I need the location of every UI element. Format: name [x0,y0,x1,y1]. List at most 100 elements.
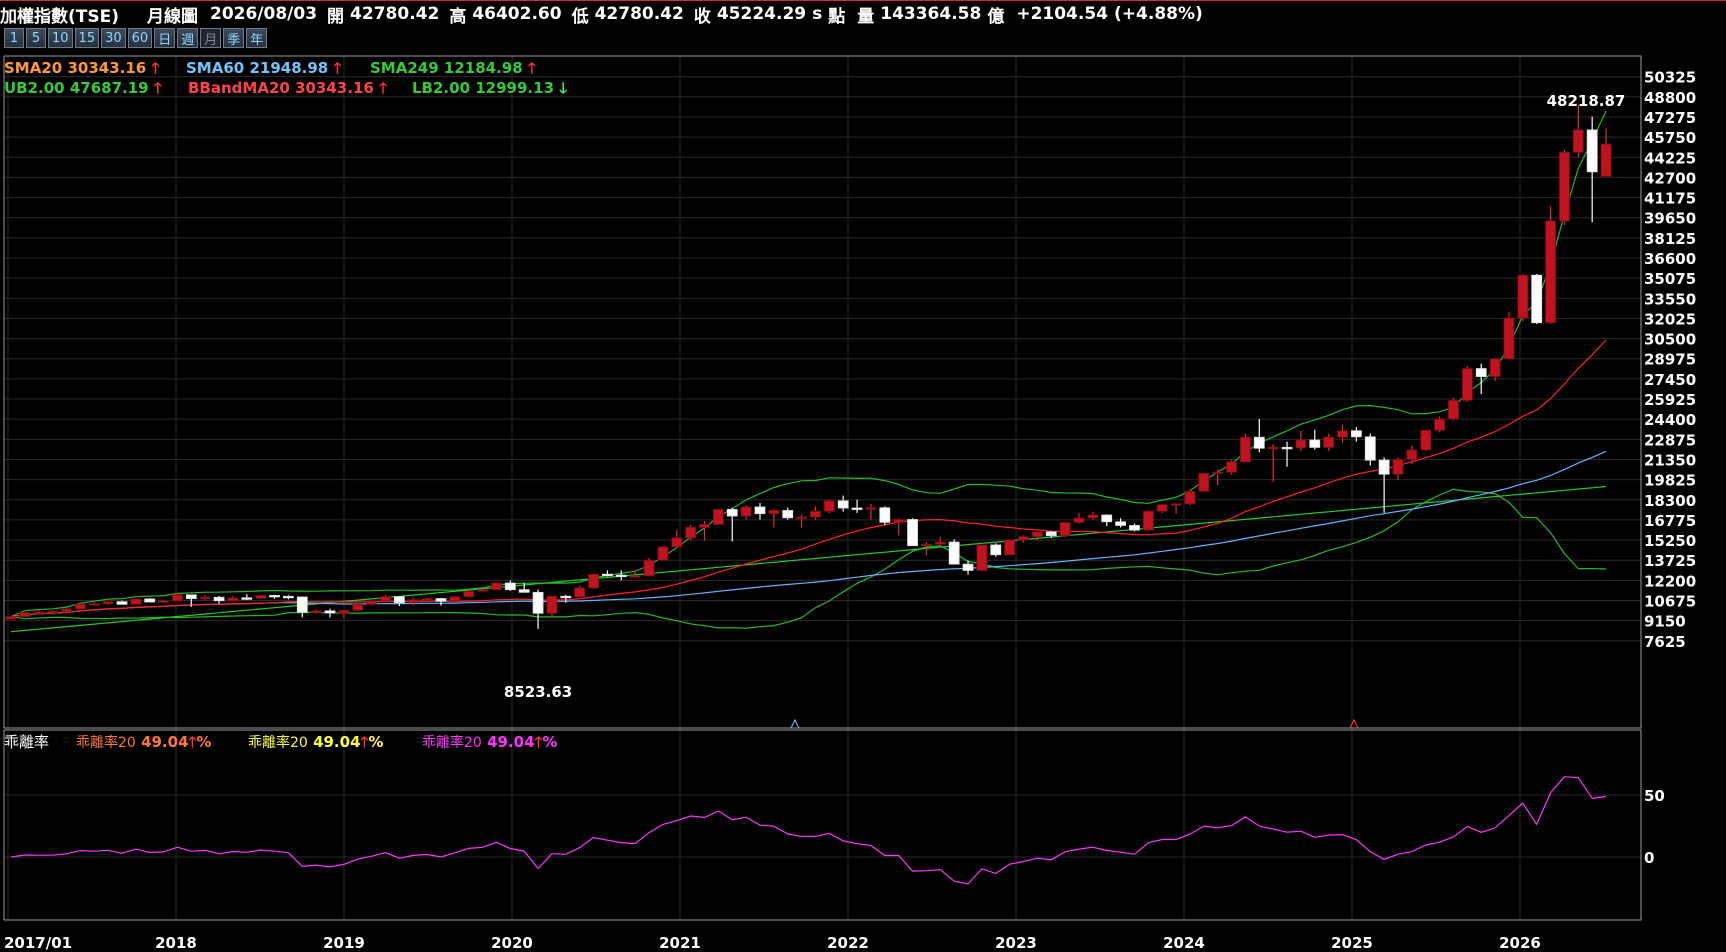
candle-body [1406,449,1418,460]
candle-body [1531,274,1543,324]
candle [893,518,905,536]
candle-body [199,596,211,600]
candle [1392,457,1404,480]
candle-body [116,601,128,605]
candle-body [449,596,461,602]
candle-body [518,589,530,593]
candle-body [1489,358,1501,377]
candle-body [1059,522,1071,537]
candle-body [629,575,641,578]
legend-bband-label: BBandMA20 [188,79,290,97]
candle [282,595,294,600]
candle-body [1184,490,1196,505]
candle-body [324,610,336,614]
legend-lb: LB2.00 12999.13 🡓 [412,78,567,103]
candle-body [61,608,72,612]
price-tick-label: 28975 [1644,351,1696,369]
candle-body [407,599,419,604]
candle [324,608,336,618]
candle [199,595,211,601]
arrow-up-icon: 🡑 [333,59,342,77]
candle [685,524,697,541]
candle-body [296,596,308,613]
candle [976,544,988,572]
candle [1295,431,1307,451]
price-tick-label: 27450 [1644,371,1696,389]
candlesticks [5,104,1612,629]
legend-bias-1-label: 乖離率20 [76,735,136,751]
candle [1281,441,1293,467]
bias-tick-label: 0 [1644,849,1654,867]
price-tick-label: 10675 [1644,592,1696,610]
candle [948,539,960,565]
candle-body [1295,439,1307,449]
candle [33,610,45,614]
candle-body [546,595,558,614]
candle-body [685,526,697,539]
candle [19,612,31,618]
candle [421,597,433,601]
candle-body [477,589,488,592]
sub-panel-title: 乖離率 [4,733,50,751]
candle-body [754,506,766,515]
candle [116,600,128,605]
candle [491,582,502,591]
candle [1489,358,1501,381]
candle [1309,429,1321,450]
candle-body [1004,539,1016,556]
candle [1212,469,1224,486]
candle [1240,433,1251,463]
legend-sma60-label: SMA60 [186,59,245,77]
candle [1170,503,1182,514]
price-tick-label: 38125 [1644,230,1696,248]
candle-body [1156,504,1168,512]
candle-body [782,510,794,519]
candle [1503,312,1515,360]
candle-body [393,596,405,604]
candle-body [1031,531,1043,538]
candle-body [1378,459,1390,475]
candle-body [1240,436,1251,463]
legend-sma249-value: 12184.98 [443,59,523,77]
price-tick-label: 24400 [1644,411,1696,429]
candle-body [602,573,613,577]
candle [255,594,267,599]
candle-body [158,600,169,603]
arrow-up-icon: 🡑 [527,59,536,77]
candle-body [1420,429,1432,451]
legend-lb-label: LB2.00 [412,79,471,97]
candle-body [213,596,225,602]
candle-body [1392,459,1404,475]
candle-body [893,519,905,523]
price-tick-label: 15250 [1644,532,1696,550]
candle [213,596,225,604]
candle [61,608,72,612]
candle [5,616,17,620]
candle [1531,273,1543,325]
candle-body [851,507,863,510]
candle [712,509,724,525]
legend-bias-2-value: 49.04 [313,733,361,751]
price-tick-label: 32025 [1644,310,1696,328]
price-tick-label: 16775 [1644,512,1696,530]
candle-body [282,595,294,599]
candle [602,570,613,577]
time-tick-label: 2021 [659,934,701,952]
candle [1559,149,1570,225]
price-tick-label: 13725 [1644,552,1696,570]
candle [1267,444,1279,482]
time-tick-label: 2025 [1331,934,1373,952]
candle-body [352,603,364,611]
candle [1434,416,1446,433]
chart-canvas[interactable]: 50325 48800 47275 45750 44225 42700 41175 39650… [0,0,1726,952]
price-tick-label: 12200 [1644,572,1696,590]
low-marker-label: 8523.63 [504,683,572,701]
candle [1448,398,1459,421]
candle-body [102,601,114,605]
price-tick-label: 22875 [1644,431,1696,449]
candle [74,603,86,610]
candle [144,598,156,603]
candle-body [269,595,280,598]
candle [393,596,405,607]
legend-bias-2: 乖離率20 49.04🡑% [248,733,384,751]
